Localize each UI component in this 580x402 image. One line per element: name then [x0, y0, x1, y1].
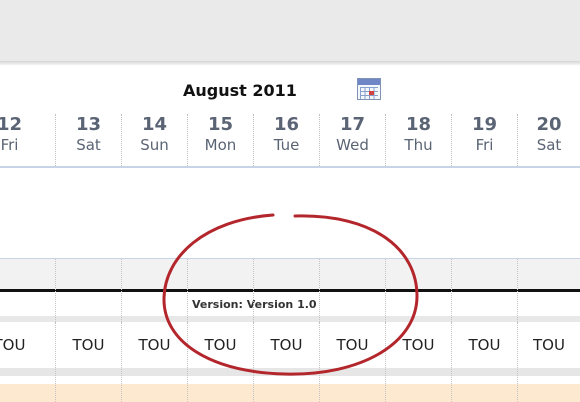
day-column[interactable]: 14 Sun — [121, 114, 187, 166]
tou-cell[interactable]: TOU — [55, 322, 121, 368]
day-column[interactable]: 16 Tue — [253, 114, 319, 166]
day-number: 16 — [273, 114, 300, 135]
day-name: Fri — [0, 136, 19, 154]
version-label[interactable]: Version: Version 1.0 — [192, 298, 317, 311]
column-divider — [319, 259, 320, 402]
tou-cell[interactable]: TOU — [319, 322, 385, 368]
timeline-empty-row — [0, 259, 580, 289]
highlighted-row — [0, 384, 580, 402]
tou-cell[interactable]: TOU — [451, 322, 517, 368]
tou-cell[interactable]: TOU — [0, 322, 40, 368]
day-header-row: 12 Fri 13 Sat 14 Sun 15 Mon 16 Tue 17 We… — [0, 114, 580, 166]
day-column[interactable]: 17 Wed — [319, 114, 385, 166]
day-column[interactable]: 15 Mon — [187, 114, 253, 166]
day-name: Mon — [204, 136, 237, 154]
column-divider — [187, 259, 188, 402]
tou-cell[interactable]: TOU — [253, 322, 319, 368]
day-number: 20 — [536, 114, 562, 135]
tou-cell[interactable]: TOU — [385, 322, 451, 368]
day-number: 12 — [0, 114, 23, 135]
day-column[interactable]: 13 Sat — [55, 114, 121, 166]
day-name: Sun — [140, 136, 169, 154]
tou-row: TOU TOU TOU TOU TOU TOU TOU TOU TOU — [0, 322, 580, 368]
day-number: 19 — [471, 114, 498, 135]
column-divider — [253, 259, 254, 402]
tou-cell[interactable]: TOU — [517, 322, 580, 368]
tou-cell[interactable]: TOU — [121, 322, 187, 368]
day-number: 15 — [207, 114, 234, 135]
day-name: Wed — [336, 136, 369, 154]
day-column[interactable]: 19 Fri — [451, 114, 517, 166]
column-divider — [517, 259, 518, 402]
toolbar — [0, 0, 580, 62]
day-name: Fri — [475, 136, 494, 154]
day-number: 14 — [141, 114, 168, 135]
month-title: August 2011 — [183, 81, 297, 100]
day-name: Sat — [76, 136, 101, 154]
toolbar-shadow — [0, 62, 580, 66]
day-name: Tue — [273, 136, 300, 154]
day-number: 18 — [405, 114, 432, 135]
day-header-divider — [0, 166, 580, 168]
tou-cell[interactable]: TOU — [187, 322, 253, 368]
day-number: 17 — [339, 114, 366, 135]
day-name: Thu — [404, 136, 433, 154]
day-name: Sat — [536, 136, 562, 154]
day-number: 13 — [75, 114, 102, 135]
column-divider — [451, 259, 452, 402]
day-column[interactable]: 20 Sat — [517, 114, 580, 166]
day-column[interactable]: 12 Fri — [0, 114, 40, 166]
day-column[interactable]: 18 Thu — [385, 114, 451, 166]
column-divider — [121, 259, 122, 402]
column-divider — [55, 259, 56, 402]
version-row: Version: Version 1.0 — [0, 292, 580, 316]
column-divider — [385, 259, 386, 402]
row-separator — [0, 368, 580, 376]
calendar-icon[interactable] — [357, 78, 381, 100]
month-header: August 2011 — [0, 78, 580, 104]
